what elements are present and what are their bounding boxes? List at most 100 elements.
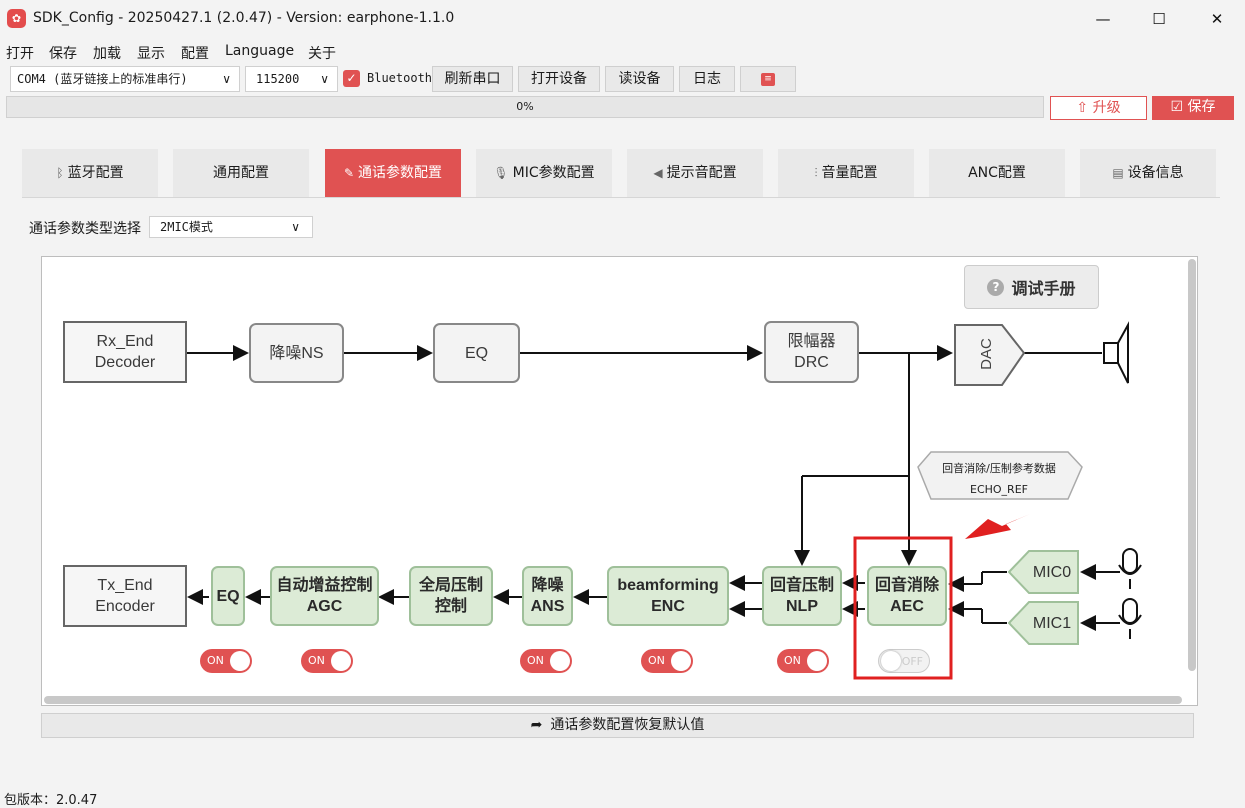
chevron-down-icon: ∨ <box>222 72 231 86</box>
tab-label: MIC参数配置 <box>512 165 595 181</box>
enc-block[interactable]: beamforming ENC <box>607 566 729 626</box>
port-select[interactable]: COM4 (蓝牙链接上的标准串行) ∨ <box>10 66 240 92</box>
tab-volume[interactable]: ⫶ 音量配置 <box>778 149 914 197</box>
echo-ref-subtitle: ECHO_REF <box>970 483 1028 496</box>
toggle-knob <box>881 651 901 671</box>
progress-bar: 0% <box>6 96 1044 118</box>
upgrade-label: 升级 <box>1092 100 1121 116</box>
tab-label: 设备信息 <box>1127 165 1184 181</box>
refresh-port-button[interactable]: 刷新串口 <box>432 66 513 92</box>
tab-device-info[interactable]: ▤ 设备信息 <box>1080 149 1216 197</box>
toggle-knob <box>230 651 250 671</box>
baud-select[interactable]: 115200 ∨ <box>245 66 338 92</box>
chevron-down-icon: ∨ <box>291 220 300 234</box>
menu-language[interactable]: Language <box>225 43 294 59</box>
tab-general[interactable]: 通用配置 <box>173 149 309 197</box>
waveform-icon: ⫶ <box>814 166 818 180</box>
type-select[interactable]: 2MIC模式 ∨ <box>149 216 313 238</box>
title-bar: ✿ SDK_Config - 20250427.1 (2.0.47) - Ver… <box>0 0 1245 38</box>
tab-label: ANC配置 <box>968 165 1026 181</box>
toggle-knob <box>550 651 570 671</box>
edit-icon: ✎ <box>343 166 355 180</box>
tab-anc[interactable]: ANC配置 <box>929 149 1065 197</box>
agc-block[interactable]: 自动增益控制 AGC <box>270 566 379 626</box>
ans-toggle[interactable]: ON <box>520 649 572 673</box>
toggle-label: ON <box>648 654 665 667</box>
help-icon: ? <box>987 278 1005 296</box>
global-suppression-block[interactable]: 全局压制 控制 <box>409 566 493 626</box>
maximize-icon[interactable]: ☐ <box>1135 0 1183 38</box>
tab-bluetooth[interactable]: ᛒ 蓝牙配置 <box>22 149 158 197</box>
menu-load[interactable]: 加载 <box>93 43 121 63</box>
menu-display[interactable]: 显示 <box>137 43 165 63</box>
tab-label: 通话参数配置 <box>358 165 443 181</box>
mic0-label: MIC0 <box>1032 563 1072 581</box>
package-version: 包版本：2.0.47 <box>4 793 98 808</box>
menu-about[interactable]: 关于 <box>308 43 336 63</box>
extra-tool-button[interactable]: ≡ <box>740 66 796 92</box>
read-device-button[interactable]: 读设备 <box>605 66 674 92</box>
microphone-icon: 🎙 <box>493 166 509 180</box>
vertical-scrollbar[interactable] <box>1188 259 1196 671</box>
tab-mic-params[interactable]: 🎙 MIC参数配置 <box>476 149 612 197</box>
toggle-label: ON <box>527 654 544 667</box>
toggle-label: ON <box>207 654 224 667</box>
log-button[interactable]: 日志 <box>679 66 735 92</box>
aec-toggle[interactable]: OFF <box>878 649 930 673</box>
close-icon[interactable]: ✕ <box>1193 0 1241 38</box>
menu-open[interactable]: 打开 <box>6 43 34 63</box>
type-select-value: 2MIC模式 <box>160 220 213 234</box>
bluetooth-icon: ᛒ <box>56 166 64 180</box>
mic1-label: MIC1 <box>1032 614 1072 632</box>
window-title: SDK_Config - 20250427.1 (2.0.47) - Versi… <box>33 10 455 26</box>
toggle-label: OFF <box>901 655 923 668</box>
tab-label: 提示音配置 <box>666 165 737 181</box>
manual-button[interactable]: ? 调试手册 <box>964 265 1099 309</box>
upgrade-button[interactable]: ⇧ 升级 <box>1050 96 1147 120</box>
chevron-down-icon: ∨ <box>320 72 329 86</box>
minimize-icon[interactable]: — <box>1079 0 1127 38</box>
manual-button-label: 调试手册 <box>1011 279 1076 298</box>
enc-toggle[interactable]: ON <box>641 649 693 673</box>
nlp-block[interactable]: 回音压制 NLP <box>762 566 842 626</box>
restore-defaults-button[interactable]: ➦ 通话参数配置恢复默认值 <box>41 713 1194 738</box>
save-button[interactable]: ☑ 保存 <box>1152 96 1234 120</box>
upload-icon: ⇧ <box>1076 100 1093 116</box>
tab-call-params[interactable]: ✎ 通话参数配置 <box>325 149 461 197</box>
save-label: 保存 <box>1187 99 1216 115</box>
eq-tx-block[interactable]: EQ <box>211 566 245 626</box>
type-select-label: 通话参数类型选择 <box>29 221 141 237</box>
speaker-icon <box>1103 321 1129 384</box>
redo-arrow-icon: ➦ <box>530 717 543 733</box>
signal-flow-diagram: ? 调试手册 Rx_End Decoder 降噪NS EQ 限幅器 DRC DAC… <box>41 256 1198 706</box>
tab-label: 蓝牙配置 <box>67 165 124 181</box>
ans-block[interactable]: 降噪 ANS <box>522 566 573 626</box>
agc-toggle[interactable]: ON <box>301 649 353 673</box>
restore-defaults-label: 通话参数配置恢复默认值 <box>550 717 705 733</box>
baud-value: 115200 <box>256 72 300 86</box>
horizontal-scrollbar[interactable] <box>44 696 1182 704</box>
tab-prompt-tone[interactable]: ◀ 提示音配置 <box>627 149 763 197</box>
pointer-arrow-icon <box>965 514 1030 539</box>
echo-ref-title: 回音消除/压制参考数据 <box>942 462 1056 475</box>
microphone-icon <box>1118 548 1142 589</box>
menu-bar: 打开 保存 加载 显示 配置 Language 关于 <box>0 40 1245 64</box>
port-value: COM4 (蓝牙链接上的标准串行) <box>17 72 188 86</box>
toggle-label: ON <box>308 654 325 667</box>
drc-block: 限幅器 DRC <box>764 321 859 383</box>
menu-save[interactable]: 保存 <box>49 43 77 63</box>
open-device-button[interactable]: 打开设备 <box>518 66 600 92</box>
flow-lines <box>187 321 1142 680</box>
dac-label: DAC <box>977 338 995 370</box>
tab-bar: ᛒ 蓝牙配置 通用配置 ✎ 通话参数配置 🎙 MIC参数配置 ◀ 提示音配置 ⫶ 音量配置… <box>22 149 1220 198</box>
nlp-toggle[interactable]: ON <box>777 649 829 673</box>
aec-block[interactable]: 回音消除 AEC <box>867 566 947 626</box>
bluetooth-checkbox[interactable]: ✓ <box>343 70 360 87</box>
settings-icon: ≡ <box>761 72 775 86</box>
progress-text: 0% <box>516 100 534 113</box>
menu-config[interactable]: 配置 <box>181 43 209 63</box>
tab-label: 音量配置 <box>821 165 878 181</box>
eq-block: EQ <box>433 323 520 383</box>
eq-toggle[interactable]: ON <box>200 649 252 673</box>
bluetooth-label: Bluetooth <box>367 71 433 85</box>
